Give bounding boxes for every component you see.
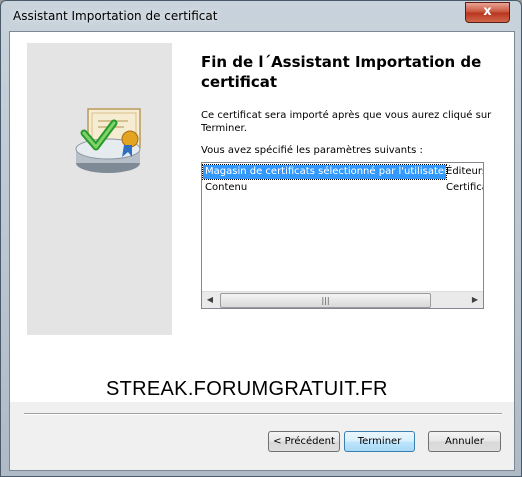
divider [24, 413, 502, 415]
window-title: Assistant Importation de certificat [13, 9, 218, 23]
setting-value: Certificat [446, 182, 483, 193]
close-button[interactable]: x [465, 2, 510, 23]
description-text: Ce certificat sera importé après que vou… [201, 110, 492, 134]
scrollbar-thumb[interactable]: ||| [220, 293, 431, 308]
setting-name: Magasin de certificats sélectionné par l… [202, 164, 455, 180]
back-button[interactable]: < Précédent [268, 431, 340, 452]
page-heading: Fin de l´Assistant Importation de certif… [201, 53, 482, 91]
certificate-import-icon [75, 108, 141, 173]
grip-icon: ||| [321, 296, 330, 305]
setting-name: Contenu [205, 182, 248, 193]
params-label: Vous avez spécifié les paramètres suivan… [201, 145, 423, 156]
finish-button[interactable]: Terminer [344, 431, 415, 452]
watermark-text: STREAK.FORUMGRATUIT.FR [106, 378, 388, 400]
close-icon[interactable]: x [483, 4, 491, 19]
cancel-button[interactable]: Annuler [428, 431, 501, 452]
settings-list[interactable]: Magasin de certificats sélectionné par l… [201, 162, 484, 309]
scroll-left-icon[interactable]: ◀ [202, 292, 218, 308]
scroll-right-icon[interactable]: ▶ [467, 292, 483, 308]
setting-value: Éditeurs [446, 166, 484, 177]
wizard-side-panel [27, 43, 172, 335]
title-bar[interactable]: Assistant Importation de certificat x [1, 1, 521, 31]
horizontal-scrollbar[interactable]: ◀ ||| ▶ [202, 291, 483, 308]
wizard-client-area: Fin de l´Assistant Importation de certif… [9, 31, 515, 471]
wizard-window: Assistant Importation de certificat x Fi… [0, 0, 522, 477]
